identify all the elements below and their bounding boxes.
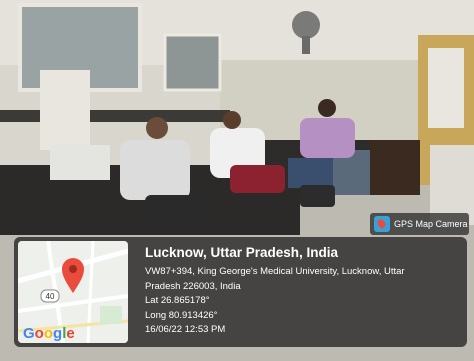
badge-label: GPS Map Camera <box>394 219 468 229</box>
gps-map-camera-badge: GPS Map Camera <box>370 213 469 235</box>
mini-map: 40 Google <box>18 241 128 343</box>
location-info: Lucknow, Uttar Pradesh, India VW87+394, … <box>145 243 463 338</box>
google-logo: Google <box>23 325 75 342</box>
timestamp: 16/06/22 12:53 PM <box>145 324 226 335</box>
road-marker-label: 40 <box>46 292 55 301</box>
longitude: Long 80.913426° <box>145 309 218 321</box>
map-tile: 40 Google <box>18 241 128 343</box>
latitude: Lat 26.865178° <box>145 295 210 306</box>
gps-map-camera-icon <box>374 216 390 232</box>
location-overlay: 40 Google Lucknow, Uttar Pradesh, India … <box>14 237 467 347</box>
address-line-1: VW87+394, King George's Medical Universi… <box>145 266 405 277</box>
location-title: Lucknow, Uttar Pradesh, India <box>145 245 339 260</box>
address-line-2: Pradesh 226003, India <box>145 280 241 292</box>
